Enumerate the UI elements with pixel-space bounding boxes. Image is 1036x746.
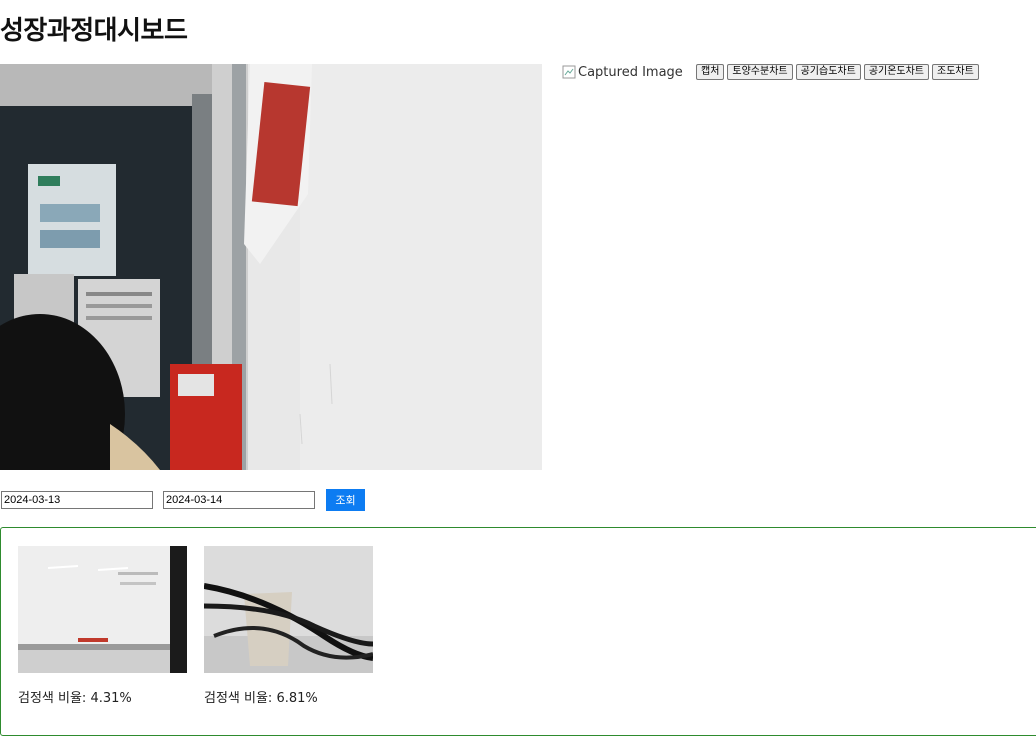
result-thumbnail <box>204 546 373 673</box>
soil-moisture-chart-button[interactable]: 토양수분차트 <box>727 64 793 80</box>
page-title: 성장과정대시보드 <box>0 16 188 46</box>
captured-image: Captured Image <box>562 64 683 80</box>
black-ratio-label: 검정색 비율: 4.31% <box>18 691 132 706</box>
air-temperature-chart-button[interactable]: 공기온도차트 <box>863 64 930 80</box>
start-date-input[interactable] <box>1 491 153 509</box>
air-humidity-chart-button[interactable]: 공기습도차트 <box>795 64 861 80</box>
end-date-input[interactable] <box>163 491 315 509</box>
captured-image-alt: Captured Image <box>578 64 683 80</box>
result-card: 검정색 비율: 4.31% <box>18 546 188 706</box>
result-thumbnail <box>18 546 187 673</box>
query-button[interactable]: 조회 <box>326 489 365 511</box>
broken-image-icon <box>562 65 576 79</box>
chart-toolbar: 캡처 토양수분차트 공기습도차트 공기온도차트 조도차트 <box>696 64 979 80</box>
black-ratio-label: 검정색 비율: 6.81% <box>204 691 318 706</box>
result-card: 검정색 비율: 6.81% <box>204 546 374 706</box>
camera-feed <box>0 64 542 470</box>
illuminance-chart-button[interactable]: 조도차트 <box>932 64 979 80</box>
results-panel: 검정색 비율: 4.31% 검정색 비율: 6.81% <box>0 527 1036 736</box>
capture-button[interactable]: 캡처 <box>696 64 725 80</box>
